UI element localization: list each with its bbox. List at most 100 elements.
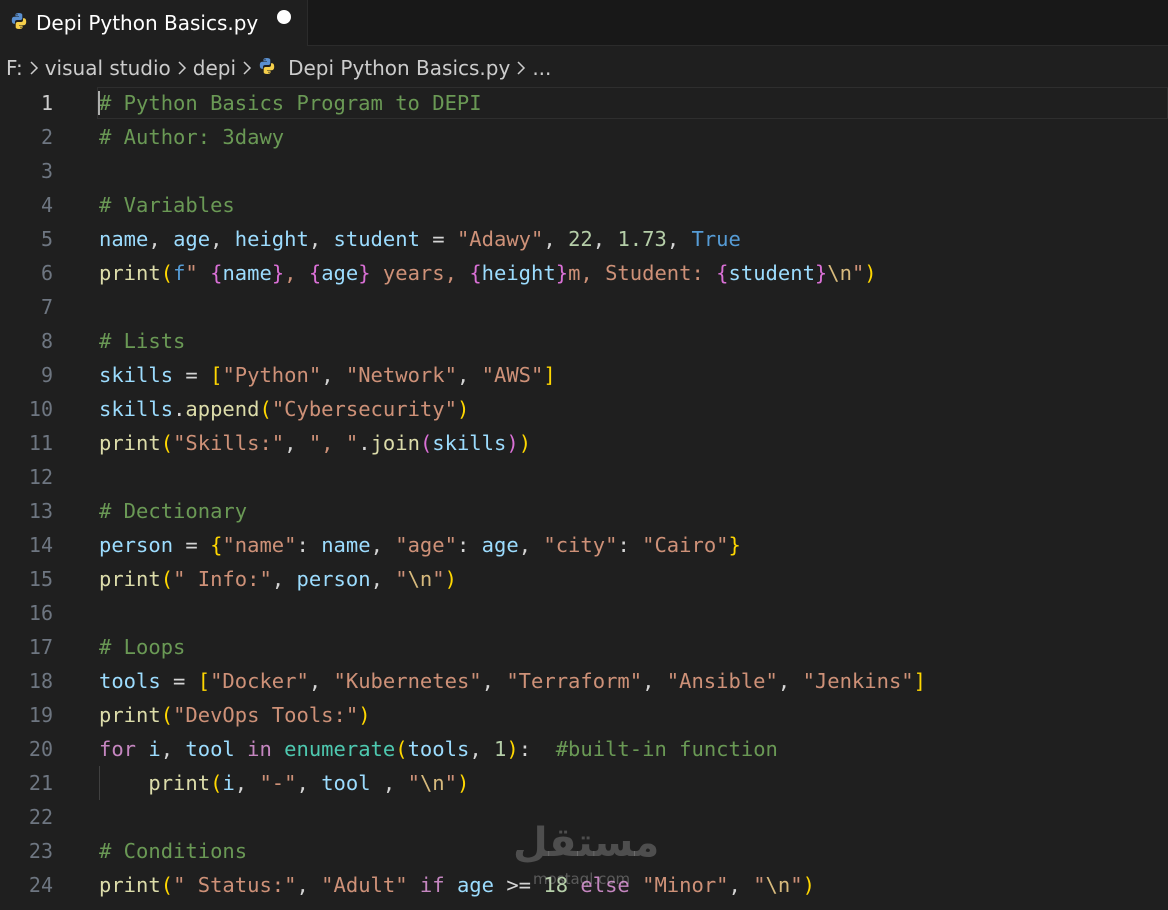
chevron-right-icon <box>29 60 39 76</box>
code-line[interactable]: 4 # Variables <box>0 188 1168 222</box>
line-number: 18 <box>28 669 53 693</box>
code-line[interactable]: 20 for i, tool in enumerate(tools, 1): #b… <box>0 732 1168 766</box>
code-token: "-" <box>259 771 297 795</box>
code-token: ) <box>802 873 815 897</box>
code-token: " Info:" <box>173 567 272 591</box>
code-token: tools <box>99 669 161 693</box>
code-token: "Docker" <box>210 669 309 693</box>
code-token: { <box>308 261 322 285</box>
code-token: print <box>99 431 161 455</box>
code-line[interactable]: 22 <box>0 800 1168 834</box>
code-token: , <box>728 873 754 897</box>
code-line[interactable]: 7 <box>0 290 1168 324</box>
code-text: print("DevOps Tools:") <box>99 698 371 732</box>
line-number: 17 <box>28 635 53 659</box>
code-token: height <box>234 227 309 251</box>
code-token: ( <box>160 261 174 285</box>
code-text: # Python Basics Program to DEPI <box>99 86 482 120</box>
code-token: , <box>666 227 692 251</box>
breadcrumb-drive[interactable]: F: <box>6 56 23 80</box>
code-line[interactable]: 1 # Python Basics Program to DEPI <box>0 86 1168 120</box>
code-token: # Loops <box>99 635 186 659</box>
code-token: . <box>173 397 186 421</box>
code-line[interactable]: 2 # Author: 3dawy <box>0 120 1168 154</box>
code-token: , <box>148 227 174 251</box>
code-line[interactable]: 21 print(i, "-", tool , "\n") <box>0 766 1168 800</box>
code-line[interactable]: 18 tools = ["Docker", "Kubernetes", "Terr… <box>0 664 1168 698</box>
code-line[interactable]: 8 # Lists <box>0 324 1168 358</box>
code-token: student <box>333 227 420 251</box>
code-text: # Loops <box>99 630 185 664</box>
code-line[interactable]: 23 # Conditions <box>0 834 1168 868</box>
code-token: , <box>284 261 309 285</box>
code-token: " <box>407 771 420 795</box>
code-text: person = {"name": name, "age": age, "cit… <box>99 528 741 562</box>
code-line[interactable]: 5 name, age, height, student = "Adawy", 2… <box>0 222 1168 256</box>
code-token: "name" <box>222 533 297 557</box>
line-number: 24 <box>28 873 53 897</box>
line-number: 20 <box>28 737 53 761</box>
code-token: skills <box>432 431 507 455</box>
code-line[interactable]: 3 <box>0 154 1168 188</box>
code-token: "Python" <box>222 363 322 387</box>
code-token: , <box>370 771 408 795</box>
code-token: , <box>271 567 297 591</box>
breadcrumb-folder-depi[interactable]: depi <box>193 56 236 80</box>
code-token: 1 <box>494 737 507 761</box>
code-line[interactable]: 10 skills.append("Cybersecurity") <box>0 392 1168 426</box>
code-line[interactable]: 17 # Loops <box>0 630 1168 664</box>
code-token: join <box>370 431 420 455</box>
code-token: ( <box>160 873 174 897</box>
code-token: = <box>173 363 211 387</box>
code-line[interactable]: 14 person = {"name": name, "age": age, "c… <box>0 528 1168 562</box>
code-text: # Author: 3dawy <box>99 120 284 154</box>
code-token: tool <box>321 771 371 795</box>
code-line[interactable]: 16 <box>0 596 1168 630</box>
code-token: "Cairo" <box>642 533 729 557</box>
code-token: print <box>99 873 161 897</box>
code-text: print(i, "-", tool , "\n") <box>99 766 469 800</box>
code-text: for i, tool in enumerate(tools, 1): #bui… <box>99 732 778 766</box>
code-token: \n <box>407 567 433 591</box>
breadcrumb-file[interactable]: Depi Python Basics.py <box>258 56 510 80</box>
tab-depi-python-basics[interactable]: Depi Python Basics.py <box>0 0 308 46</box>
code-line[interactable]: 12 <box>0 460 1168 494</box>
code-token: age <box>173 227 211 251</box>
code-line[interactable]: 9 skills = ["Python", "Network", "AWS"] <box>0 358 1168 392</box>
breadcrumb-more[interactable]: ... <box>532 56 551 80</box>
code-token: append <box>185 397 260 421</box>
code-token: : <box>617 533 643 557</box>
code-token: for <box>99 737 137 761</box>
code-text: print(" Status:", "Adult" if age >= 18 e… <box>99 868 815 902</box>
breadcrumb-folder-visual-studio[interactable]: visual studio <box>45 56 171 80</box>
code-line[interactable]: 13 # Dectionary <box>0 494 1168 528</box>
code-token: " <box>444 771 457 795</box>
code-token: , <box>296 873 322 897</box>
code-token: , <box>370 533 396 557</box>
code-line[interactable]: 11 print("Skills:", ", ".join(skills)) <box>0 426 1168 460</box>
code-token: "DevOps Tools:" <box>173 703 359 727</box>
code-token: : <box>296 533 322 557</box>
unsaved-changes-dot[interactable] <box>277 10 291 24</box>
code-text: # Variables <box>99 188 235 222</box>
breadcrumb: F: visual studio depi Depi Python Basics… <box>0 48 1168 88</box>
code-editor[interactable]: 1 # Python Basics Program to DEPI 2 # Autho… <box>0 86 1168 910</box>
code-token: print <box>148 771 211 795</box>
code-token: print <box>99 703 161 727</box>
code-token: " <box>185 261 211 285</box>
code-token: height <box>481 261 556 285</box>
code-line[interactable]: 6 print(f" {name}, {age} years, {height}m… <box>0 256 1168 290</box>
code-token: "Adawy" <box>456 227 544 251</box>
line-number: 5 <box>40 227 53 251</box>
code-token: "Terraform" <box>506 669 643 693</box>
code-line[interactable]: 19 print("DevOps Tools:") <box>0 698 1168 732</box>
code-token: i <box>148 737 161 761</box>
code-line[interactable]: 15 print(" Info:", person, "\n") <box>0 562 1168 596</box>
code-token: tools <box>407 737 470 761</box>
code-line[interactable]: 24 print(" Status:", "Adult" if age >= 18… <box>0 868 1168 902</box>
code-token: { <box>210 261 223 285</box>
line-number: 4 <box>40 193 53 217</box>
